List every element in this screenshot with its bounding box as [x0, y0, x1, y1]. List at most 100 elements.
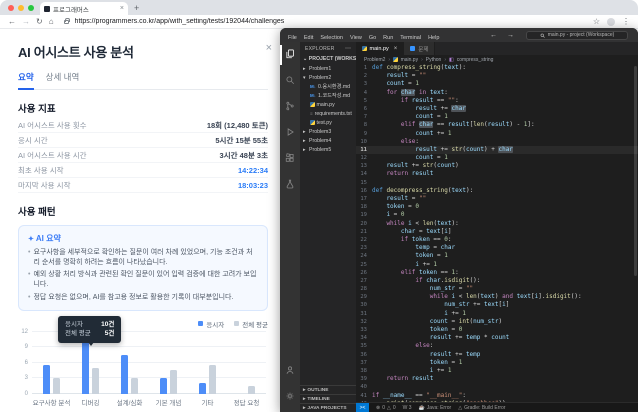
- code-text: print(compress_string("aaabbcc")): [372, 400, 506, 402]
- tree-item-Problem5[interactable]: ▸Problem5: [300, 145, 356, 154]
- section-label: OUTLINE: [307, 388, 328, 393]
- tab-detail[interactable]: 상세 내역: [46, 71, 80, 89]
- code-line: 32 count = int(num_str): [356, 318, 638, 326]
- gradle-status[interactable]: △ Gradle: Build Error: [458, 405, 505, 411]
- settings-icon[interactable]: [280, 388, 300, 406]
- source-control-icon[interactable]: [280, 98, 300, 116]
- metric-label: 최초 사용 시작: [18, 165, 64, 176]
- extensions-icon[interactable]: [280, 150, 300, 168]
- line-number: 35: [356, 342, 372, 350]
- menu-view[interactable]: View: [350, 35, 362, 41]
- status-bar: >< ⊗ 0 △ 0 W 3 ☕ Java: Error △ Gradle: B…: [356, 402, 638, 412]
- window-minimize-button[interactable]: [18, 5, 24, 11]
- tree-item-0md[interactable]: M↓0.응시환경.md: [300, 82, 356, 91]
- text-file-icon: ≡: [310, 111, 313, 116]
- command-center-search[interactable]: main.py - project (Workspace): [526, 31, 628, 40]
- tab-summary[interactable]: 요약: [18, 71, 34, 90]
- browser-menu-icon[interactable]: ⋮: [622, 18, 630, 26]
- menu-selection[interactable]: Selection: [320, 35, 343, 41]
- metric-row: AI 어시스트 사용 횟수18회 (12,480 토큰): [18, 118, 268, 133]
- code-text: count = 1: [372, 113, 448, 121]
- menu-help[interactable]: Help: [428, 35, 439, 41]
- bar-응시자[interactable]: [199, 383, 206, 393]
- screen: 프로그래머스 × + ← → ↻ ⌂ https://programmers.c…: [0, 0, 638, 412]
- home-icon[interactable]: ⌂: [49, 18, 54, 26]
- bar-전체 평균[interactable]: [170, 370, 177, 393]
- profile-avatar[interactable]: [607, 18, 615, 26]
- line-number: 11: [356, 146, 372, 154]
- misc-status[interactable]: W 3: [403, 405, 412, 411]
- pattern-section-title: 사용 패턴: [18, 204, 268, 218]
- url-text[interactable]: https://programmers.co.kr/app/with_setti…: [75, 18, 587, 25]
- code-line: 7 count = 1: [356, 113, 638, 121]
- section-outline[interactable]: ▸OUTLINE: [300, 385, 356, 394]
- code-text: else:: [372, 138, 419, 146]
- back-icon[interactable]: ←: [8, 18, 16, 26]
- testing-icon[interactable]: [280, 176, 300, 194]
- tree-item-label: 0.응시환경.md: [318, 83, 350, 90]
- code-line: 26 elif token == 1:: [356, 269, 638, 277]
- account-icon[interactable]: [280, 362, 300, 380]
- explorer-more-icon[interactable]: ⋯: [345, 45, 351, 52]
- menu-edit[interactable]: Edit: [304, 35, 313, 41]
- bar-응시자[interactable]: [82, 342, 89, 394]
- remote-indicator[interactable]: ><: [356, 403, 369, 412]
- history-nav-arrows[interactable]: ← →: [490, 32, 518, 39]
- bar-전체 평균[interactable]: [209, 365, 216, 393]
- tree-item-Problem2[interactable]: ▾Problem2: [300, 73, 356, 82]
- bookmark-star-icon[interactable]: ☆: [593, 18, 600, 26]
- legend-item[interactable]: 응시자: [198, 319, 224, 329]
- tree-item-requirementstxt[interactable]: ≡requirements.txt: [300, 109, 356, 118]
- tree-item-1md[interactable]: M↓1.코드작성.md: [300, 91, 356, 100]
- code-line: 36 result += temp: [356, 351, 638, 359]
- breadcrumb[interactable]: Problem2›main.py›Python›◧compress_string: [356, 55, 638, 64]
- tree-item-Problem4[interactable]: ▸Problem4: [300, 136, 356, 145]
- reload-icon[interactable]: ↻: [36, 18, 43, 26]
- bar-전체 평균[interactable]: [53, 378, 60, 394]
- tree-item-Problem1[interactable]: ▸Problem1: [300, 64, 356, 73]
- bar-전체 평균[interactable]: [248, 386, 255, 394]
- code-line: 41if __name__ == "__main__":: [356, 392, 638, 400]
- line-number: 25: [356, 261, 372, 269]
- modal-close-icon[interactable]: ×: [266, 42, 272, 54]
- bar-응시자[interactable]: [121, 355, 128, 394]
- line-number: 30: [356, 301, 372, 309]
- sidebar-bottom-sections: ▸OUTLINE▸TIMELINE▸JAVA PROJECTS: [300, 385, 356, 412]
- section-timeline[interactable]: ▸TIMELINE: [300, 394, 356, 403]
- code-editor[interactable]: 1def compress_string(text):2 result = ""…: [356, 64, 638, 402]
- workspace-root[interactable]: ⌄ PROJECT (WORKSPACE): [300, 54, 356, 64]
- menu-terminal[interactable]: Terminal: [400, 35, 421, 41]
- bar-전체 평균[interactable]: [92, 368, 99, 394]
- tab-close-icon[interactable]: ×: [394, 46, 398, 52]
- explorer-icon[interactable]: [280, 46, 300, 64]
- bar-응시자[interactable]: [160, 378, 167, 394]
- code-line: 9 count += 1: [356, 130, 638, 138]
- tree-item-testpy[interactable]: test.py: [300, 118, 356, 127]
- menu-file[interactable]: File: [288, 35, 297, 41]
- menu-run[interactable]: Run: [383, 35, 393, 41]
- search-icon[interactable]: [280, 72, 300, 90]
- line-number: 18: [356, 203, 372, 211]
- new-tab-button[interactable]: +: [134, 3, 139, 13]
- java-status[interactable]: ☕ Java: Error: [419, 405, 452, 411]
- ai-summary-bullet: •정답 요청은 없으며, AI를 참고용 정보로 활용한 기록이 대부분입니다.: [28, 293, 258, 303]
- browser-tab[interactable]: 프로그래머스 ×: [40, 2, 128, 15]
- menu-go[interactable]: Go: [369, 35, 376, 41]
- bar-전체 평균[interactable]: [131, 378, 138, 394]
- forward-icon[interactable]: →: [22, 18, 30, 26]
- tab-close-icon[interactable]: ×: [120, 5, 124, 12]
- tooltip-label: 전체 평균: [65, 329, 91, 339]
- window-zoom-button[interactable]: [28, 5, 34, 11]
- run-debug-icon[interactable]: [280, 124, 300, 142]
- tree-item-Problem3[interactable]: ▸Problem3: [300, 127, 356, 136]
- code-line: 11 result += str(count) + char: [356, 146, 638, 154]
- line-number: 41: [356, 392, 372, 400]
- chevron-down-icon: ▾: [303, 75, 307, 81]
- section-java-projects[interactable]: ▸JAVA PROJECTS: [300, 403, 356, 412]
- legend-item[interactable]: 전체 평균: [234, 319, 268, 329]
- tree-item-mainpy[interactable]: main.py: [300, 100, 356, 109]
- problems-status[interactable]: ⊗ 0 △ 0: [376, 405, 396, 411]
- bar-응시자[interactable]: [43, 365, 50, 393]
- window-close-button[interactable]: [8, 5, 14, 11]
- tree-item-label: Problem1: [309, 66, 331, 72]
